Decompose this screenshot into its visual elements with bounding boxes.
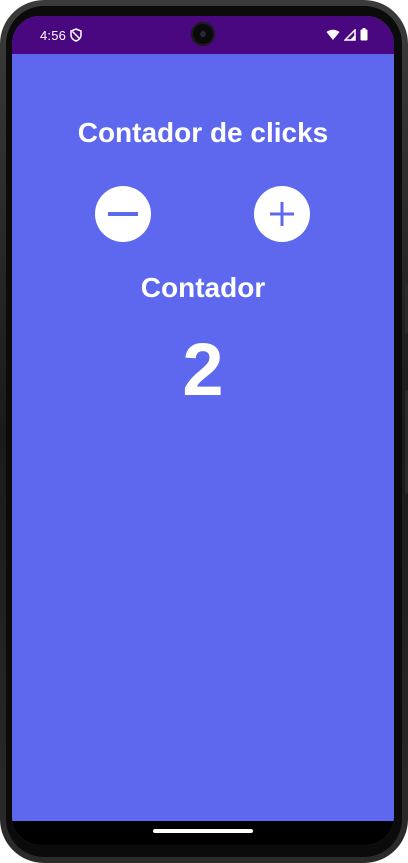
- signal-icon: [343, 28, 356, 46]
- status-icons: [326, 28, 368, 46]
- shield-icon: [70, 28, 82, 42]
- page-title: Contador de clicks: [77, 117, 329, 148]
- home-gesture-handle[interactable]: [153, 829, 253, 833]
- battery-icon: [360, 28, 368, 46]
- increment-button[interactable]: [254, 186, 310, 242]
- counter-value: 2: [182, 328, 224, 411]
- front-camera: [191, 22, 215, 46]
- phone-frame: 4:56 Contador de clicks Contador 2: [0, 0, 408, 863]
- status-time: 4:56: [40, 28, 67, 43]
- camera-lens: [200, 31, 206, 37]
- decrement-button[interactable]: [95, 186, 151, 242]
- app-screen: 4:56 Contador de clicks Contador 2: [12, 16, 394, 845]
- navigation-bar: [12, 821, 394, 845]
- wifi-icon: [326, 28, 340, 46]
- status-bar: 4:56: [12, 16, 394, 54]
- counter-label: Contador: [140, 272, 266, 303]
